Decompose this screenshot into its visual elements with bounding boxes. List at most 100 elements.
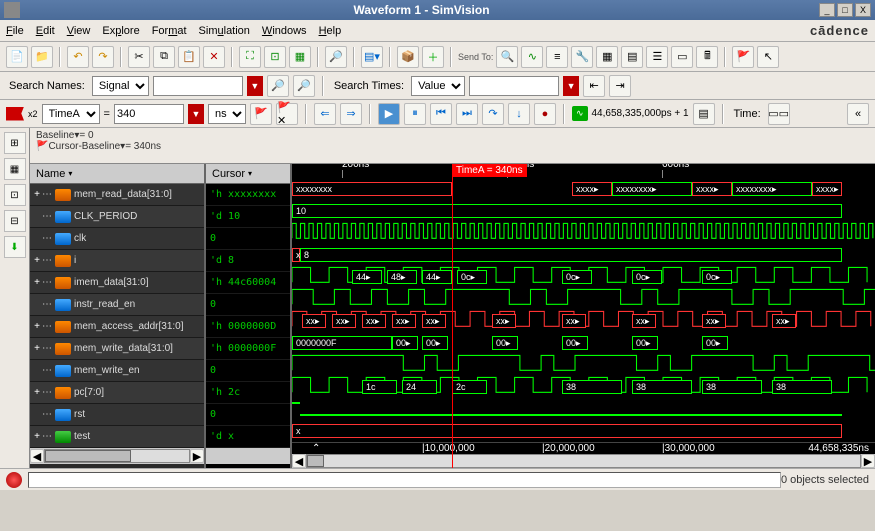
signal-name-row[interactable]: +⋯mem_write_data[31:0] bbox=[30, 338, 204, 360]
waveform-row[interactable]: xx▸xx▸xx▸xx▸xx▸xx▸xx▸xx▸xx▸xx▸ bbox=[292, 310, 875, 332]
search-next-icon[interactable]: 🔎 bbox=[293, 75, 315, 97]
redo-icon[interactable]: ↷ bbox=[92, 46, 114, 68]
search-time-prev-icon[interactable]: ⇤ bbox=[583, 75, 605, 97]
collapse-icon[interactable]: « bbox=[847, 103, 869, 125]
sendto-src-icon[interactable]: ≡ bbox=[546, 46, 568, 68]
package-icon[interactable]: 📦 bbox=[397, 46, 419, 68]
signal-name-row[interactable]: +⋯imem_data[31:0] bbox=[30, 272, 204, 294]
search-times-mode[interactable]: Value bbox=[411, 76, 465, 96]
restart-icon[interactable]: ⏮ bbox=[430, 103, 452, 125]
expand-icon[interactable] bbox=[32, 211, 42, 222]
lt-hierarchy-icon[interactable]: ⊞ bbox=[4, 132, 26, 154]
marker-del-icon[interactable]: 🚩✕ bbox=[276, 103, 298, 125]
cursor-flag-icon[interactable]: 🚩 bbox=[732, 46, 754, 68]
lt-expand-icon[interactable]: ⊡ bbox=[4, 184, 26, 206]
waveform-row[interactable] bbox=[292, 222, 875, 244]
expand-icon[interactable] bbox=[32, 299, 42, 310]
expand-icon[interactable] bbox=[32, 365, 42, 376]
signal-name-row[interactable]: +⋯pc[7:0] bbox=[30, 382, 204, 404]
menu-windows[interactable]: Windows bbox=[262, 25, 307, 37]
stop-icon[interactable]: ● bbox=[534, 103, 556, 125]
expand-icon[interactable]: + bbox=[32, 255, 42, 266]
marker-add-icon[interactable]: 🚩 bbox=[250, 103, 272, 125]
undo-icon[interactable]: ↶ bbox=[67, 46, 89, 68]
zoom-full-icon[interactable]: ⊡ bbox=[264, 46, 286, 68]
step-icon[interactable]: ⏭ bbox=[456, 103, 478, 125]
menu-edit[interactable]: Edit bbox=[36, 25, 55, 37]
sendto-calc-icon[interactable]: 🖩 bbox=[696, 46, 718, 68]
menu-help[interactable]: Help bbox=[319, 25, 342, 37]
close-button[interactable]: X bbox=[855, 3, 871, 17]
marker-select[interactable]: TimeA bbox=[42, 104, 100, 124]
cursor-ptr-icon[interactable]: ↖ bbox=[757, 46, 779, 68]
time-cursor-line[interactable] bbox=[452, 164, 453, 468]
expand-icon[interactable] bbox=[32, 409, 42, 420]
expand-icon[interactable]: + bbox=[32, 277, 42, 288]
expand-icon[interactable]: + bbox=[32, 343, 42, 354]
record-icon[interactable] bbox=[6, 472, 22, 488]
menu-view[interactable]: View bbox=[67, 25, 91, 37]
delete-icon[interactable]: ✕ bbox=[203, 46, 225, 68]
marker-time-input[interactable] bbox=[114, 104, 184, 124]
signal-name-row[interactable]: ⋯clk bbox=[30, 228, 204, 250]
signal-name-row[interactable]: +⋯test bbox=[30, 426, 204, 448]
pause-icon[interactable]: ⏸ bbox=[404, 103, 426, 125]
search-time-next-icon[interactable]: ⇥ bbox=[609, 75, 631, 97]
run-icon[interactable]: ▶ bbox=[378, 103, 400, 125]
lt-filter-icon[interactable]: ⬇ bbox=[4, 236, 26, 258]
expand-icon[interactable]: + bbox=[32, 189, 42, 200]
zoom-sel-icon[interactable]: ▦ bbox=[289, 46, 311, 68]
filter-icon[interactable]: ▤▾ bbox=[361, 46, 383, 68]
sendto-txt-icon[interactable]: ▭ bbox=[671, 46, 693, 68]
sim-config-icon[interactable]: ▤ bbox=[693, 103, 715, 125]
search-times-go[interactable]: ▼ bbox=[563, 76, 579, 96]
search-prev-icon[interactable]: 🔎 bbox=[267, 75, 289, 97]
expand-icon[interactable]: + bbox=[32, 431, 42, 442]
waveform-row[interactable]: xxxxxxxxxxxx▸xxxxxxxx▸xxxx▸xxxxxxxx▸xxxx… bbox=[292, 178, 875, 200]
copy-icon[interactable]: ⧉ bbox=[153, 46, 175, 68]
wave-hscroll[interactable]: ◀▶ bbox=[292, 454, 875, 468]
expand-icon[interactable]: + bbox=[32, 321, 42, 332]
waveform-row[interactable]: 0000000F00▸00▸00▸00▸00▸00▸ bbox=[292, 332, 875, 354]
search-times-input[interactable] bbox=[469, 76, 559, 96]
search-names-input[interactable] bbox=[153, 76, 243, 96]
sendto-search-icon[interactable]: 🔍 bbox=[496, 46, 518, 68]
name-panel-header[interactable]: Name bbox=[30, 164, 204, 184]
menu-format[interactable]: Format bbox=[152, 25, 187, 37]
time-range-icon[interactable]: ▭▭ bbox=[768, 103, 790, 125]
time-marker-flag[interactable]: TimeA = 340ns bbox=[452, 164, 527, 177]
step-over-icon[interactable]: ↷ bbox=[482, 103, 504, 125]
menu-explore[interactable]: Explore bbox=[102, 25, 139, 37]
menu-simulation[interactable]: Simulation bbox=[199, 25, 250, 37]
waveform-row[interactable]: 10 bbox=[292, 200, 875, 222]
cursor-panel-header[interactable]: Cursor bbox=[206, 164, 290, 184]
sendto-mem-icon[interactable]: ▦ bbox=[596, 46, 618, 68]
sendto-wave-icon[interactable]: ∿ bbox=[521, 46, 543, 68]
marker-time-go[interactable]: ▼ bbox=[188, 104, 204, 124]
lt-collapse-icon[interactable]: ⊟ bbox=[4, 210, 26, 232]
expand-icon[interactable] bbox=[32, 233, 42, 244]
signal-name-row[interactable]: +⋯mem_read_data[31:0] bbox=[30, 184, 204, 206]
step-into-icon[interactable]: ↓ bbox=[508, 103, 530, 125]
open-icon[interactable]: 📁 bbox=[31, 46, 53, 68]
waveform-row[interactable]: x bbox=[292, 420, 875, 442]
name-hscroll[interactable]: ◀▶ bbox=[30, 448, 204, 464]
search-names-mode[interactable]: Signal bbox=[92, 76, 149, 96]
marker-units[interactable]: ns bbox=[208, 104, 246, 124]
waveform-row[interactable] bbox=[292, 288, 875, 310]
wave-panel[interactable]: TimeA = 340ns 200ns 400ns 600ns xxxxxxxx… bbox=[292, 164, 875, 468]
paste-icon[interactable]: 📋 bbox=[178, 46, 200, 68]
next-edge-icon[interactable]: ⇒ bbox=[340, 103, 362, 125]
signal-name-row[interactable]: +⋯mem_access_addr[31:0] bbox=[30, 316, 204, 338]
sendto-list-icon[interactable]: ☰ bbox=[646, 46, 668, 68]
waveform-row[interactable]: 44▸48▸44▸0c▸0c▸0c▸0c▸ bbox=[292, 266, 875, 288]
signal-name-row[interactable]: ⋯rst bbox=[30, 404, 204, 426]
waveform-row[interactable] bbox=[292, 354, 875, 376]
waveform-row[interactable] bbox=[292, 398, 875, 420]
zoom-fit-icon[interactable]: ⛶ bbox=[239, 46, 261, 68]
maximize-button[interactable]: □ bbox=[837, 3, 853, 17]
add-icon[interactable]: ＋ bbox=[422, 46, 444, 68]
waveform-row[interactable]: 1c242c38383838 bbox=[292, 376, 875, 398]
sendto-schem-icon[interactable]: 🔧 bbox=[571, 46, 593, 68]
search-names-go[interactable]: ▼ bbox=[247, 76, 263, 96]
